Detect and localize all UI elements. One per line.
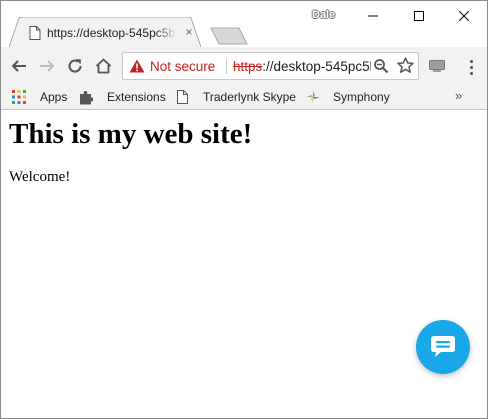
chat-bubble-icon	[431, 336, 455, 357]
browser-window: https://desktop-545pc5bh × Dale Not secu…	[0, 0, 488, 419]
page-content: This is my web site! Welcome!	[1, 110, 487, 418]
star-icon[interactable]	[397, 57, 414, 74]
extension-icon[interactable]	[429, 60, 445, 72]
symphony-logo-icon	[306, 90, 320, 104]
bookmark-label: Symphony	[333, 90, 390, 104]
page-icon	[177, 90, 188, 104]
chat-widget-button[interactable]	[416, 320, 470, 374]
url-scheme: https	[233, 59, 263, 74]
home-icon	[95, 58, 111, 74]
chrome-menu-icon[interactable]	[465, 57, 477, 77]
bookmark-traderlynk-skype[interactable]: Traderlynk Skype	[177, 88, 296, 106]
reload-icon	[68, 59, 82, 73]
page-icon	[29, 26, 41, 40]
bookmarks-bar: Apps Extensions Traderlynk Skype Symphon…	[1, 85, 487, 110]
maximize-icon	[414, 11, 424, 21]
new-tab-button[interactable]	[209, 27, 249, 45]
browser-tab[interactable]: https://desktop-545pc5bh ×	[9, 17, 201, 47]
minimize-icon	[368, 15, 378, 17]
bookmarks-overflow-button[interactable]: »	[455, 88, 462, 103]
maximize-button[interactable]	[396, 1, 442, 31]
tab-close-icon[interactable]: ×	[183, 25, 195, 39]
page-body-text: Welcome!	[9, 169, 71, 185]
security-status[interactable]: Not secure	[150, 59, 215, 74]
page-heading: This is my web site!	[9, 118, 253, 150]
browser-toolbar: Not secure https://desktop-545pc5bh	[1, 47, 487, 85]
user-profile-name[interactable]: Dale	[312, 9, 335, 21]
reload-button[interactable]	[63, 54, 87, 78]
apps-grid-icon	[12, 90, 26, 104]
warning-icon[interactable]	[129, 59, 145, 73]
tab-strip: https://desktop-545pc5bh × Dale	[1, 1, 487, 47]
forward-button[interactable]	[35, 54, 59, 78]
close-icon	[459, 11, 469, 21]
arrow-left-icon	[11, 60, 26, 72]
arrow-right-icon	[40, 60, 55, 72]
url-rest: ://desktop-545pc5bh	[262, 59, 371, 74]
puzzle-icon	[80, 90, 93, 104]
bookmark-label: Apps	[40, 90, 68, 104]
tab-title: https://desktop-545pc5bh	[47, 26, 177, 40]
bookmark-apps[interactable]: Apps	[12, 88, 67, 106]
bookmark-label: Traderlynk Skype	[203, 90, 296, 104]
url-text[interactable]: https://desktop-545pc5bh	[233, 59, 371, 74]
close-window-button[interactable]	[441, 1, 487, 31]
back-button[interactable]	[7, 54, 31, 78]
home-button[interactable]	[91, 54, 115, 78]
address-bar[interactable]: Not secure https://desktop-545pc5bh	[122, 52, 419, 80]
address-separator	[226, 59, 227, 74]
zoom-icon[interactable]	[373, 58, 389, 74]
bookmark-extensions[interactable]: Extensions	[79, 88, 166, 106]
minimize-button[interactable]	[350, 1, 396, 31]
bookmark-symphony[interactable]: Symphony	[305, 88, 390, 106]
bookmark-label: Extensions	[107, 90, 166, 104]
